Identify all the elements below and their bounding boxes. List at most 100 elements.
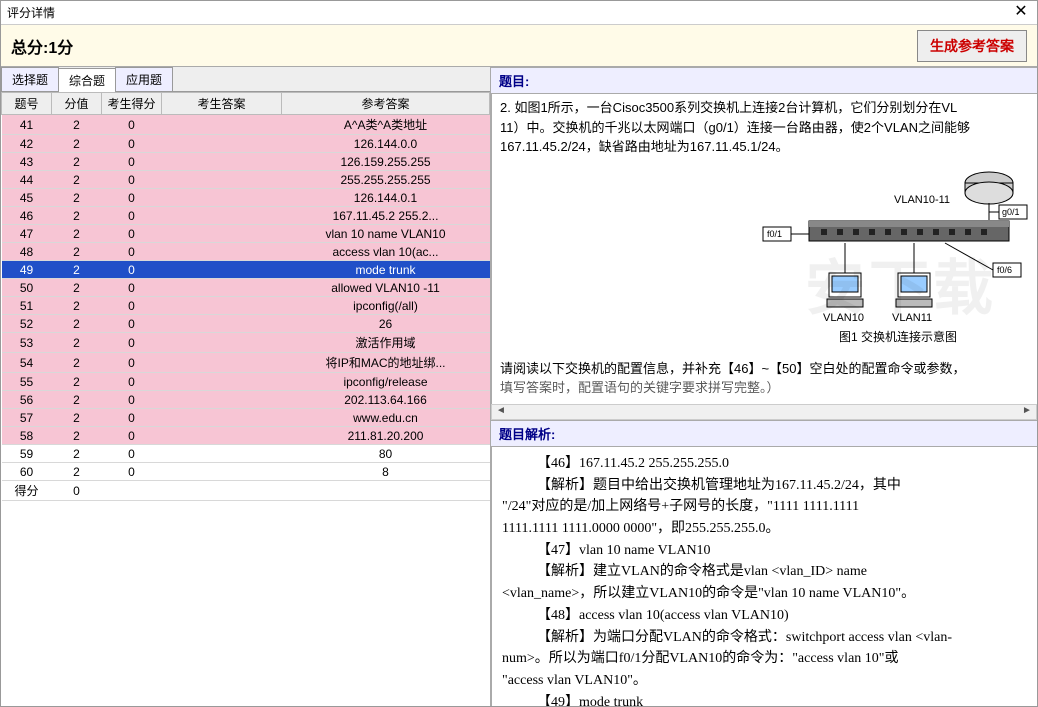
label-f06: f0/6 <box>997 265 1012 275</box>
table-row[interactable]: 得分0 <box>2 481 490 501</box>
cell-num: 51 <box>2 297 52 315</box>
tab-choice[interactable]: 选择题 <box>1 67 59 91</box>
table-row[interactable]: 4120A^A类^A类地址 <box>2 115 490 135</box>
cell-ans <box>162 333 282 353</box>
cell-num: 44 <box>2 171 52 189</box>
th-student-ans: 考生答案 <box>162 93 282 115</box>
cell-value: 2 <box>52 279 102 297</box>
cell-got: 0 <box>102 115 162 135</box>
analysis-line: 【解析】建立VLAN的命令格式是vlan <vlan_ID> name <box>502 561 1027 583</box>
cell-got: 0 <box>102 373 162 391</box>
cell-ans <box>162 171 282 189</box>
cell-ref: 211.81.20.200 <box>282 427 490 445</box>
analysis-line: <vlan_name>，所以建立VLAN10的命令是"vlan 10 name … <box>502 583 1027 605</box>
question-body: 2. 如图1所示，一台Cisoc3500系列交换机上连接2台计算机，它们分别划分… <box>491 94 1037 404</box>
label-g01: g0/1 <box>1002 207 1020 217</box>
cell-num: 41 <box>2 115 52 135</box>
left-panel: 选择题 综合题 应用题 题号 分值 考生得分 考生答案 参考答案 <box>1 67 491 706</box>
cell-value: 2 <box>52 153 102 171</box>
cell-ans <box>162 225 282 243</box>
label-vlan10: VLAN10 <box>823 312 864 324</box>
scroll-left-icon[interactable]: ◄ <box>494 405 508 419</box>
cell-ref: allowed VLAN10 -11 <box>282 279 490 297</box>
table-row[interactable]: 4320126.159.255.255 <box>2 153 490 171</box>
table-row[interactable]: 5520ipconfig/release <box>2 373 490 391</box>
table-row[interactable]: 5820211.81.20.200 <box>2 427 490 445</box>
table-row[interactable]: 4720vlan 10 name VLAN10 <box>2 225 490 243</box>
th-ref-ans: 参考答案 <box>282 93 490 115</box>
question-text-line: 填写答案时，配置语句的关键字要求拼写完整。） <box>500 378 1029 398</box>
cell-ans <box>162 115 282 135</box>
cell-ref: mode trunk <box>282 261 490 279</box>
cell-got: 0 <box>102 153 162 171</box>
cell-ref: A^A类^A类地址 <box>282 115 490 135</box>
tab-comprehensive[interactable]: 综合题 <box>58 68 116 92</box>
cell-num: 42 <box>2 135 52 153</box>
table-row[interactable]: 4220126.144.0.0 <box>2 135 490 153</box>
cell-ref: 126.144.0.1 <box>282 189 490 207</box>
label-f01: f0/1 <box>767 229 782 239</box>
cell-num: 53 <box>2 333 52 353</box>
table-row[interactable]: 60208 <box>2 463 490 481</box>
cell-ans <box>162 297 282 315</box>
table-row[interactable]: 5620202.113.64.166 <box>2 391 490 409</box>
analysis-line: 1111.1111 1111.0000 0000"，即255.255.255.0… <box>502 518 1027 540</box>
cell-ref: ipconfig(/all) <box>282 297 490 315</box>
cell-ans <box>162 391 282 409</box>
cell-value: 2 <box>52 243 102 261</box>
analysis-line: 【47】vlan 10 name VLAN10 <box>502 540 1027 562</box>
cell-got: 0 <box>102 315 162 333</box>
close-icon[interactable]: ✕ <box>1011 3 1031 23</box>
cell-num: 58 <box>2 427 52 445</box>
cell-ref: 将IP和MAC的地址绑... <box>282 353 490 373</box>
table-row[interactable]: 5720www.edu.cn <box>2 409 490 427</box>
th-num: 题号 <box>2 93 52 115</box>
cell-got <box>102 481 162 501</box>
analysis-line: 【49】mode trunk <box>502 692 1027 706</box>
th-got: 考生得分 <box>102 93 162 115</box>
table-row[interactable]: 5020allowed VLAN10 -11 <box>2 279 490 297</box>
cell-value: 2 <box>52 261 102 279</box>
table-row[interactable]: 592080 <box>2 445 490 463</box>
table-row[interactable]: 5420将IP和MAC的地址绑... <box>2 353 490 373</box>
titlebar: 评分详情 ✕ <box>1 1 1037 25</box>
cell-num: 52 <box>2 315 52 333</box>
table-row[interactable]: 4520126.144.0.1 <box>2 189 490 207</box>
analysis-line: "access vlan VLAN10"。 <box>502 670 1027 692</box>
cell-ref: 126.159.255.255 <box>282 153 490 171</box>
generate-answer-button[interactable]: 生成参考答案 <box>917 30 1027 62</box>
question-header: 题目: <box>491 67 1037 94</box>
cell-num: 得分 <box>2 481 52 501</box>
cell-got: 0 <box>102 445 162 463</box>
cell-value: 2 <box>52 207 102 225</box>
scroll-right-icon[interactable]: ► <box>1020 405 1034 419</box>
window-title: 评分详情 <box>7 4 1011 21</box>
table-row[interactable]: 4920mode trunk <box>2 261 490 279</box>
question-text-line: 11）中。交换机的千兆以太网端口（g0/1）连接一台路由器，使2个VLAN之间能… <box>500 118 1029 138</box>
table-row[interactable]: 4420255.255.255.255 <box>2 171 490 189</box>
diagram-caption: 图1 交换机连接示意图 <box>839 329 957 344</box>
table-row[interactable]: 522026 <box>2 315 490 333</box>
cell-ref <box>282 481 490 501</box>
analysis-line: 【46】167.11.45.2 255.255.255.0 <box>502 453 1027 475</box>
table-row[interactable]: 5320激活作用域 <box>2 333 490 353</box>
cell-value: 2 <box>52 135 102 153</box>
cell-got: 0 <box>102 225 162 243</box>
table-row[interactable]: 4820access vlan 10(ac... <box>2 243 490 261</box>
analysis-body: 【46】167.11.45.2 255.255.255.0【解析】题目中给出交换… <box>491 447 1037 706</box>
cell-got: 0 <box>102 353 162 373</box>
question-scrollbar[interactable]: ◄ ► <box>491 404 1037 420</box>
question-text-line: 167.11.45.2/24，缺省路由地址为167.11.45.1/24。 <box>500 137 1029 157</box>
analysis-line: 【48】access vlan 10(access vlan VLAN10) <box>502 605 1027 627</box>
analysis-line: 【解析】为端口分配VLAN的命令格式：switchport access vla… <box>502 627 1027 649</box>
tab-application[interactable]: 应用题 <box>115 67 173 91</box>
table-row[interactable]: 4620167.11.45.2 255.2... <box>2 207 490 225</box>
score-table-container[interactable]: 题号 分值 考生得分 考生答案 参考答案 4120A^A类^A类地址422012… <box>1 92 490 706</box>
cell-value: 2 <box>52 391 102 409</box>
table-row[interactable]: 5120ipconfig(/all) <box>2 297 490 315</box>
cell-num: 55 <box>2 373 52 391</box>
tab-bar: 选择题 综合题 应用题 <box>1 67 490 92</box>
cell-got: 0 <box>102 297 162 315</box>
content-area: 选择题 综合题 应用题 题号 分值 考生得分 考生答案 参考答案 <box>1 67 1037 706</box>
analysis-line: "/24"对应的是/加上网络号+子网号的长度，"1111 1111.1111 <box>502 496 1027 518</box>
